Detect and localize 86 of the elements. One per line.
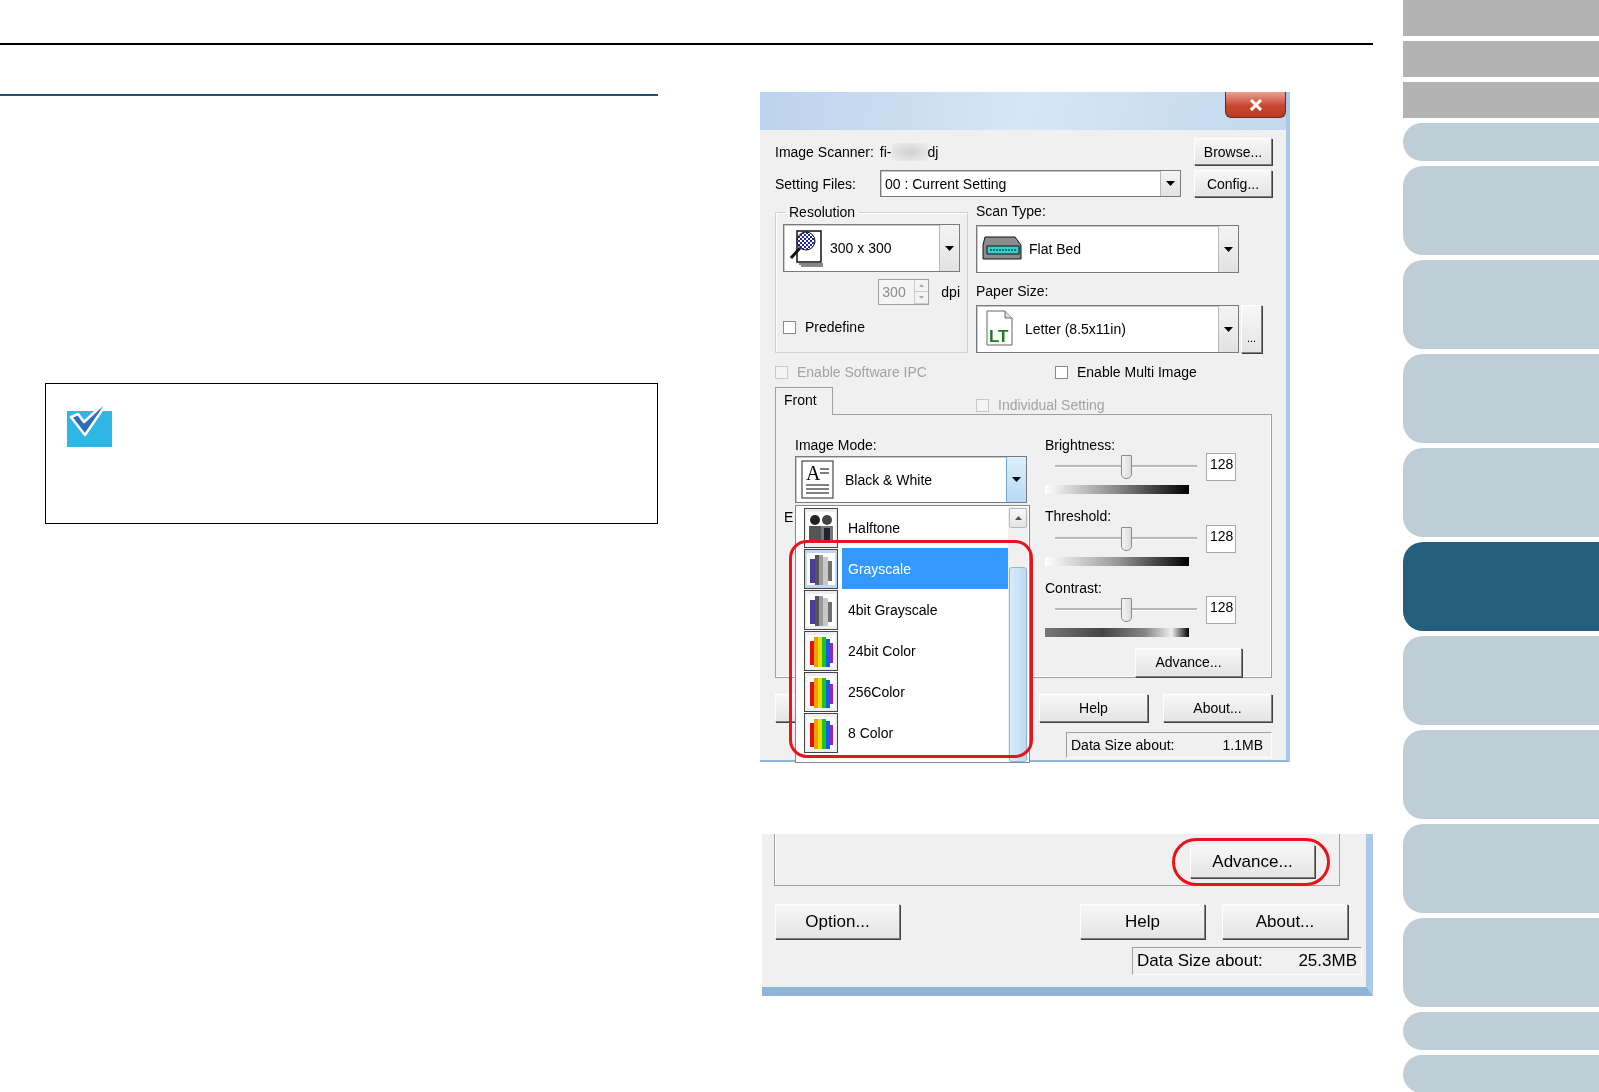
close-icon xyxy=(1248,98,1263,111)
config-button[interactable]: Config... xyxy=(1194,170,1272,197)
option-button[interactable]: Option... xyxy=(775,904,900,939)
value-field[interactable]: 128 xyxy=(1206,453,1236,482)
scrollbar-thumb[interactable] xyxy=(1009,567,1027,762)
grayscale-mode-icon xyxy=(804,548,838,589)
dropdown[interactable]: LT Letter (8.5x11in) xyxy=(976,305,1239,353)
scanner-model-end: dj xyxy=(927,143,939,160)
side-tab[interactable] xyxy=(1403,542,1599,631)
caret-icon xyxy=(1166,181,1175,186)
slider-thumb[interactable] xyxy=(1121,526,1132,551)
checkbox-label: Predefine xyxy=(805,319,865,335)
dropdown[interactable]: 300 x 300 xyxy=(783,224,960,272)
side-tab[interactable] xyxy=(1403,636,1599,725)
group-label: Resolution xyxy=(788,203,857,221)
field-label: Image Scanner: xyxy=(775,143,874,160)
value-field[interactable]: 128 xyxy=(1206,595,1236,624)
list-item[interactable]: 24bit Color xyxy=(796,630,1008,671)
unit-label: dpi xyxy=(941,284,960,300)
status-value: 1.1MB xyxy=(1222,737,1263,753)
text-document-icon: A xyxy=(801,459,835,500)
scroll-up-button[interactable] xyxy=(1009,508,1027,528)
tab[interactable]: Front xyxy=(775,387,833,415)
list-item[interactable]: 8 Color xyxy=(796,712,1008,753)
more-button[interactable]: ... xyxy=(1241,305,1262,353)
scanner-model-start: fi- xyxy=(879,143,892,160)
side-tab[interactable] xyxy=(1403,260,1599,349)
side-tab[interactable] xyxy=(1403,166,1599,255)
side-tab[interactable] xyxy=(1403,730,1599,819)
status-value: 25.3MB xyxy=(1298,951,1357,971)
caret-icon xyxy=(919,284,925,287)
side-tab[interactable] xyxy=(1403,0,1599,36)
field-label: Image Mode: xyxy=(795,437,878,455)
side-tab[interactable] xyxy=(1403,1012,1599,1050)
dropdown[interactable]: Flat Bed xyxy=(976,225,1239,273)
slider-label: Contrast: xyxy=(1045,579,1103,596)
slider-label: Brightness: xyxy=(1045,437,1117,454)
magnifier-document-icon xyxy=(788,228,824,268)
help-button[interactable]: Help xyxy=(1080,904,1205,939)
caret-icon xyxy=(1224,326,1233,332)
browse-button[interactable]: Browse... xyxy=(1194,138,1272,165)
caret-icon xyxy=(945,245,954,251)
list-item[interactable]: 4bit Grayscale xyxy=(796,589,1008,630)
slider-thumb[interactable] xyxy=(1121,597,1132,622)
advance-button[interactable]: Advance... xyxy=(1135,648,1242,677)
value-field[interactable]: 128 xyxy=(1206,524,1236,553)
side-tab[interactable] xyxy=(1403,354,1599,443)
scrollbar[interactable] xyxy=(1008,507,1028,762)
caret-icon xyxy=(1012,477,1021,482)
caret-icon xyxy=(1224,246,1233,252)
color-mode-icon xyxy=(804,712,838,753)
status-label: Data Size about: xyxy=(1071,737,1175,753)
checkbox-label: Individual Setting xyxy=(998,397,1105,413)
side-tab[interactable] xyxy=(1403,41,1599,77)
slider-thumb[interactable] xyxy=(1121,455,1132,480)
checkbox[interactable] xyxy=(1055,365,1068,379)
close-button[interactable] xyxy=(1225,92,1286,118)
side-tab[interactable] xyxy=(1403,918,1599,1007)
list-item[interactable]: Halftone xyxy=(796,507,1008,548)
color-mode-icon xyxy=(804,630,838,671)
side-tab[interactable] xyxy=(1403,448,1599,537)
field-label: Scan Type: xyxy=(976,203,1047,221)
grayscale-mode-icon xyxy=(804,589,838,630)
side-tab[interactable] xyxy=(1403,824,1599,913)
about-button[interactable]: About... xyxy=(1163,694,1272,722)
list-item[interactable]: 256Color xyxy=(796,671,1008,712)
dropdown[interactable]: A Black & White xyxy=(795,456,1027,503)
color-mode-icon xyxy=(804,671,838,712)
caret-icon xyxy=(1014,516,1022,520)
slider-label: Threshold: xyxy=(1045,508,1113,525)
checkbox-label: Enable Multi Image xyxy=(1077,364,1197,380)
status-label: Data Size about: xyxy=(1137,951,1263,971)
caret-icon xyxy=(919,296,925,299)
field-label: E xyxy=(784,509,794,525)
checkbox[interactable] xyxy=(783,320,796,334)
field-label: Setting Files: xyxy=(775,175,857,192)
side-tab[interactable] xyxy=(1403,123,1599,161)
redaction-blur xyxy=(891,142,928,161)
advance-button[interactable]: Advance... xyxy=(1190,845,1315,878)
field-label: Paper Size: xyxy=(976,283,1050,301)
about-button[interactable]: About... xyxy=(1222,904,1348,939)
dropdown[interactable]: 00 : Current Setting xyxy=(880,170,1181,197)
checkbox-label: Enable Software IPC xyxy=(797,364,927,380)
help-button[interactable]: Help xyxy=(1039,694,1148,722)
side-tab[interactable] xyxy=(1403,82,1599,118)
side-tab[interactable] xyxy=(1403,1055,1599,1092)
